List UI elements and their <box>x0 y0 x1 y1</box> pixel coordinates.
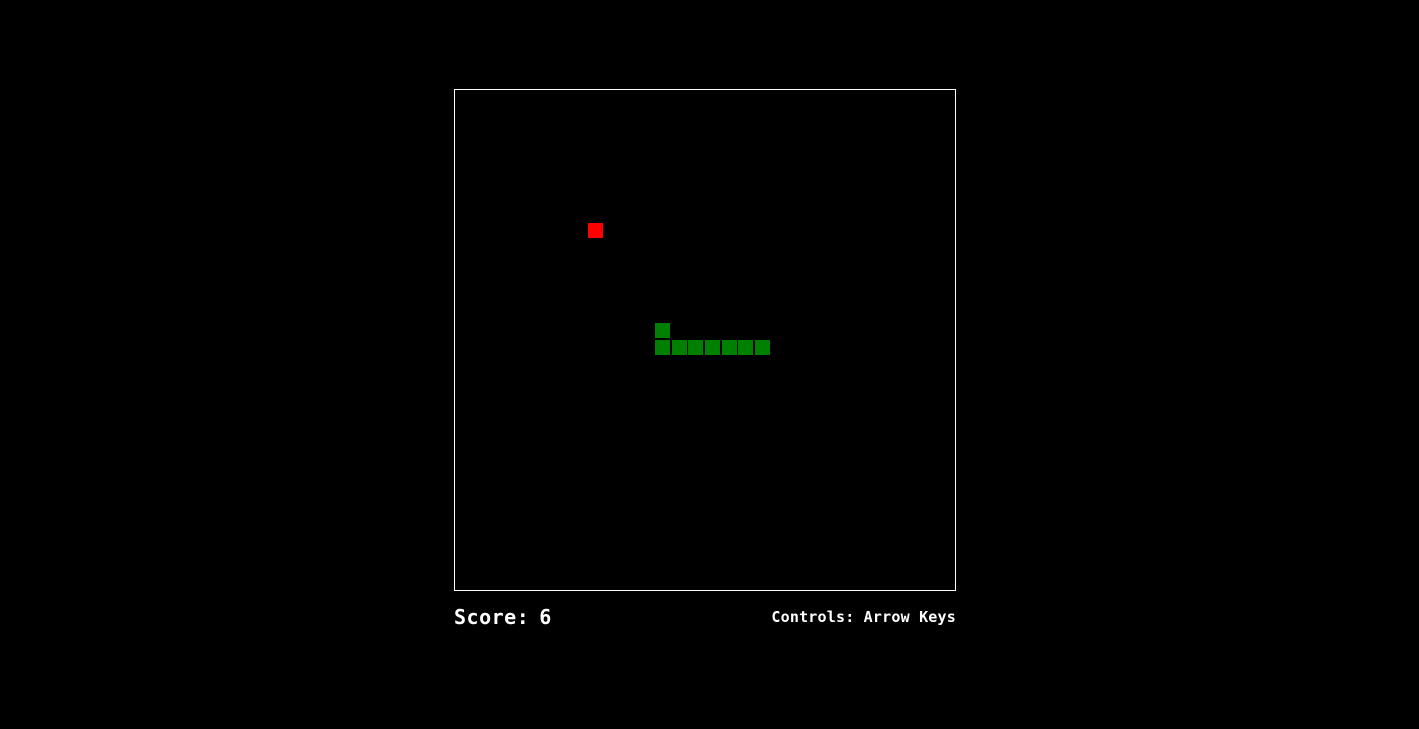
snake-segment <box>721 340 737 355</box>
game-board[interactable] <box>454 89 956 591</box>
score-label: Score: <box>454 605 530 629</box>
snake-segment <box>655 340 670 355</box>
score-display: Score: 6 <box>454 605 552 629</box>
snake-head <box>655 323 670 339</box>
snake-segment <box>705 340 720 355</box>
snake-segment <box>688 340 704 355</box>
hud-bar: Score: 6 Controls: Arrow Keys <box>454 605 956 645</box>
game-container: Score: 6 Controls: Arrow Keys <box>454 89 956 645</box>
food-apple <box>588 223 604 239</box>
controls-hint: Controls: Arrow Keys <box>771 608 956 626</box>
snake-segment <box>671 340 687 355</box>
snake-segment <box>738 340 754 355</box>
score-value: 6 <box>539 605 552 629</box>
snake-segment <box>755 340 770 355</box>
